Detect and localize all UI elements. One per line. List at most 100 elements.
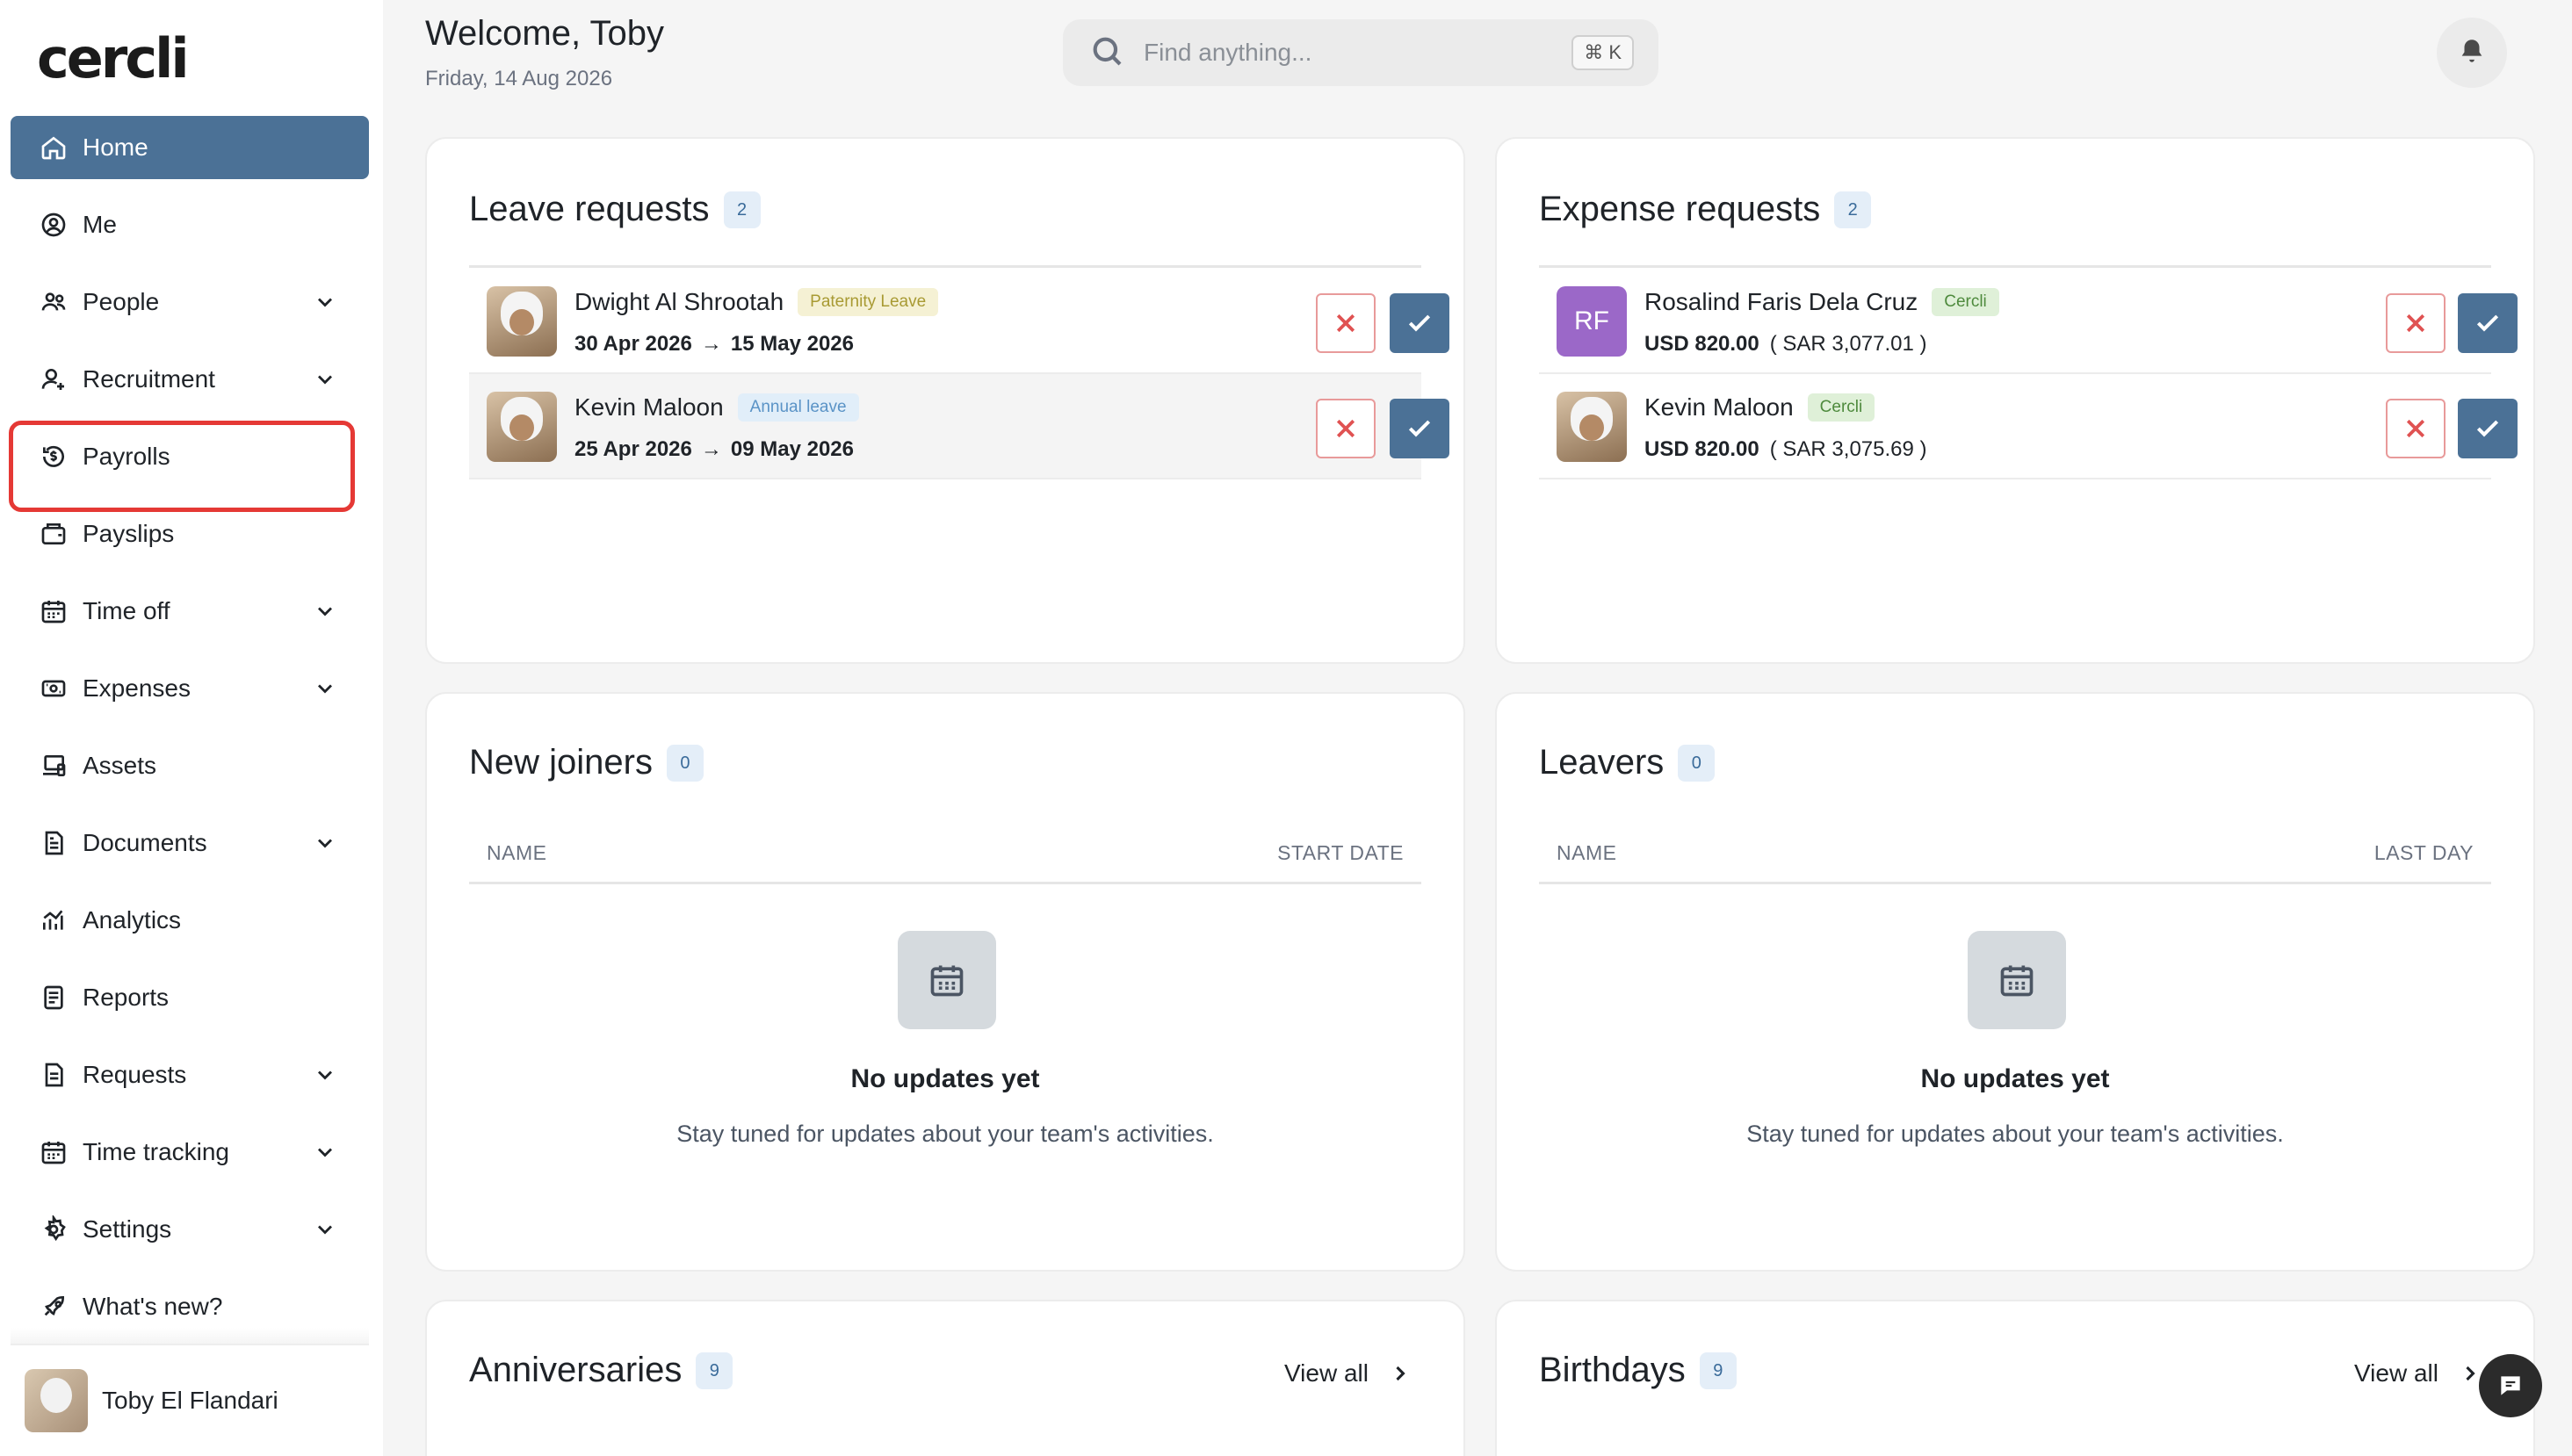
chat-button[interactable]	[2479, 1354, 2542, 1417]
close-icon	[1336, 314, 1355, 333]
count-badge: 2	[1834, 191, 1872, 228]
empty-state-title: No updates yet	[850, 1064, 1040, 1093]
search-bar[interactable]: Find anything... ⌘ K	[1063, 19, 1658, 86]
search-input[interactable]: Find anything...	[1144, 39, 1311, 67]
reject-button[interactable]	[1316, 293, 1376, 353]
approve-button[interactable]	[1390, 293, 1449, 353]
chevron-right-icon	[1396, 1366, 1405, 1381]
sidebar-item-requests[interactable]: Requests	[11, 1043, 369, 1106]
approve-button[interactable]	[2458, 399, 2518, 458]
sidebar-item-assets[interactable]: Assets	[11, 734, 369, 797]
notifications-button[interactable]	[2437, 18, 2507, 88]
divider	[1539, 882, 2491, 884]
user-name: Toby El Flandari	[102, 1387, 278, 1414]
sidebar-item-label: Recruitment	[83, 365, 215, 393]
card-title-text: Birthdays	[1539, 1351, 1686, 1389]
sidebar-item-expenses[interactable]: Expenses	[11, 657, 369, 720]
chevron-down-icon[interactable]	[313, 676, 337, 701]
sidebar-item-me[interactable]: Me	[11, 193, 369, 256]
view-all-label: View all	[1284, 1359, 1369, 1387]
chevron-down-icon[interactable]	[313, 1217, 337, 1242]
sidebar-item-label: Reports	[83, 984, 170, 1011]
new-joiners-card: New joiners 0 NAME START DATE No updates…	[425, 692, 1465, 1272]
list-item[interactable]: Kevin Maloon Cercli USD 820.00 ( SAR 3,0…	[1539, 374, 2518, 479]
approve-button[interactable]	[2458, 293, 2518, 353]
calendar-icon	[39, 596, 69, 626]
card-title: Leavers 0	[1539, 743, 1716, 782]
sidebar-item-recruitment[interactable]: Recruitment	[11, 348, 369, 411]
sidebar-item-time-tracking[interactable]: Time tracking	[11, 1121, 369, 1184]
avatar	[25, 1369, 88, 1432]
page-title: Welcome, Toby	[425, 14, 664, 53]
amount-value: USD 820.00	[1644, 437, 1759, 461]
approve-button[interactable]	[1390, 399, 1449, 458]
reject-button[interactable]	[1316, 399, 1376, 458]
count-badge: 0	[1678, 744, 1716, 782]
app-logo[interactable]: cercli	[37, 26, 190, 90]
devices-icon	[39, 751, 69, 781]
sidebar-item-documents[interactable]: Documents	[11, 811, 369, 875]
check-icon	[1408, 314, 1431, 332]
sidebar-item-label: Me	[83, 211, 117, 238]
sidebar-item-label: Expenses	[83, 674, 191, 702]
reject-button[interactable]	[2386, 399, 2446, 458]
amount: USD 820.00 ( SAR 3,075.69 )	[1644, 437, 1927, 462]
list-item[interactable]: Kevin Maloon Annual leave 25 Apr 2026 → …	[469, 374, 1449, 479]
count-badge: 9	[1699, 1351, 1737, 1389]
sidebar-item-reports[interactable]: Reports	[11, 966, 369, 1029]
card-title-text: New joiners	[469, 743, 653, 782]
divider	[1539, 265, 2491, 268]
sidebar-item-home[interactable]: Home	[11, 116, 369, 179]
column-header-name: NAME	[487, 841, 547, 864]
sidebar-item-label: Time tracking	[83, 1138, 230, 1165]
sidebar-item-analytics[interactable]: Analytics	[11, 889, 369, 952]
leave-requests-card: Leave requests 2 Dwight Al Shrootah Pate…	[425, 137, 1465, 664]
chevron-down-icon[interactable]	[313, 599, 337, 623]
sidebar-item-time-off[interactable]: Time off	[11, 580, 369, 643]
start-date: 25 Apr 2026	[574, 437, 692, 461]
converted-amount: ( SAR 3,077.01 )	[1769, 332, 1927, 356]
sidebar-item-label: Requests	[83, 1061, 187, 1088]
search-icon	[1089, 33, 1124, 73]
sidebar-item-payslips[interactable]: Payslips	[11, 502, 369, 566]
anniversaries-card: Anniversaries 9 View all	[425, 1300, 1465, 1456]
card-title-text: Leave requests	[469, 190, 710, 228]
avatar	[487, 392, 557, 462]
shortcut-hint: ⌘ K	[1571, 35, 1634, 70]
user-profile[interactable]: Toby El Flandari	[11, 1344, 369, 1456]
sidebar-item-label: Analytics	[83, 906, 182, 933]
divider	[469, 882, 1421, 884]
end-date: 15 May 2026	[730, 332, 854, 356]
list-item[interactable]: Dwight Al Shrootah Paternity Leave 30 Ap…	[469, 269, 1449, 374]
chevron-down-icon[interactable]	[313, 1140, 337, 1164]
receipt-icon	[39, 674, 69, 703]
sidebar-item-settings[interactable]: Settings	[11, 1198, 369, 1261]
requester-name: Dwight Al Shrootah Paternity Leave	[574, 288, 939, 316]
chevron-down-icon[interactable]	[313, 290, 337, 314]
requester-name: Kevin Maloon Annual leave	[574, 393, 859, 422]
list-item[interactable]: RF Rosalind Faris Dela Cruz Cercli USD 8…	[1539, 269, 2518, 374]
divider	[469, 265, 1421, 268]
sidebar-item-label: Settings	[83, 1215, 172, 1243]
sidebar-item-people[interactable]: People	[11, 270, 369, 334]
card-title: Expense requests 2	[1539, 190, 1872, 229]
chat-icon	[2501, 1376, 2520, 1395]
count-badge: 9	[696, 1351, 733, 1389]
name-text: Dwight Al Shrootah	[574, 288, 784, 315]
analytics-icon	[39, 905, 69, 935]
sidebar-item-payrolls[interactable]: Payrolls	[9, 421, 369, 512]
chevron-down-icon[interactable]	[313, 831, 337, 855]
view-all-link[interactable]: View all	[2354, 1359, 2482, 1388]
chevron-down-icon[interactable]	[313, 1063, 337, 1087]
chevron-down-icon[interactable]	[313, 367, 337, 392]
entity-badge: Cercli	[1807, 393, 1875, 422]
column-header-start-date: START DATE	[1277, 841, 1404, 864]
view-all-link[interactable]: View all	[1284, 1359, 1412, 1388]
document-icon	[39, 828, 69, 858]
avatar	[487, 286, 557, 357]
sidebar-item-label: People	[83, 288, 160, 315]
card-title-text: Leavers	[1539, 743, 1665, 782]
reject-button[interactable]	[2386, 293, 2446, 353]
report-icon	[39, 983, 69, 1013]
current-date: Friday, 14 Aug 2026	[425, 67, 613, 90]
